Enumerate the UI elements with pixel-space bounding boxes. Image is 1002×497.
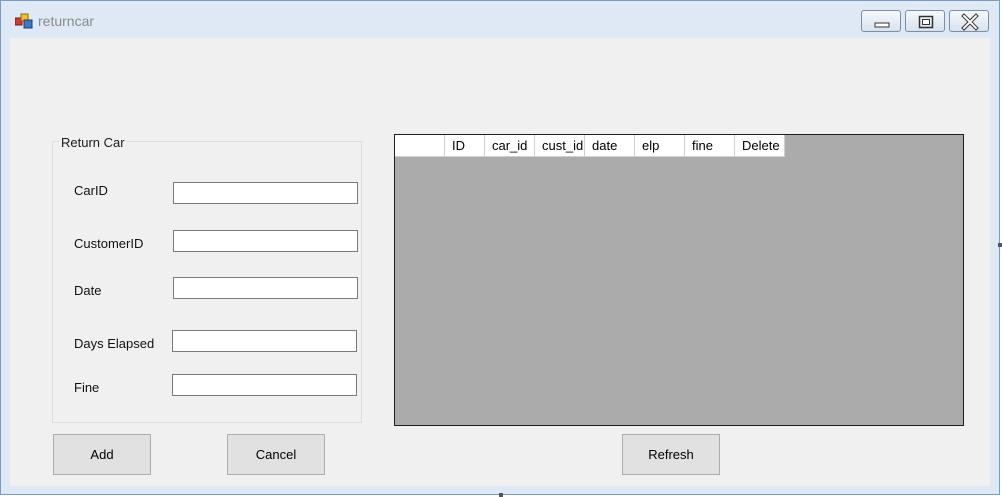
column-header-fine[interactable]: fine bbox=[685, 135, 735, 157]
add-button[interactable]: Add bbox=[53, 434, 151, 475]
minimize-icon bbox=[874, 22, 890, 28]
column-header-cust-id[interactable]: cust_id bbox=[535, 135, 585, 157]
carid-input[interactable] bbox=[173, 182, 358, 204]
column-header-id[interactable]: ID bbox=[445, 135, 485, 157]
return-car-groupbox: Return Car CarID CustomerID Date Days El… bbox=[52, 135, 362, 423]
resize-handle-bottom[interactable] bbox=[499, 493, 503, 497]
fine-label: Fine bbox=[74, 380, 100, 395]
client-area: Return Car CarID CustomerID Date Days El… bbox=[10, 38, 990, 486]
refresh-button[interactable]: Refresh bbox=[622, 434, 720, 475]
grid-row-header-corner[interactable] bbox=[395, 135, 445, 157]
column-header-delete[interactable]: Delete bbox=[735, 135, 785, 157]
window-title: returncar bbox=[38, 13, 95, 29]
fine-input[interactable] bbox=[172, 374, 357, 396]
groupbox-title: Return Car bbox=[59, 135, 127, 150]
cancel-button[interactable]: Cancel bbox=[227, 434, 325, 475]
maximize-icon bbox=[918, 15, 934, 29]
customerid-input[interactable] bbox=[173, 230, 358, 252]
days-elapsed-input[interactable] bbox=[172, 330, 357, 352]
grid-header-row: ID car_id cust_id date elp fine Delete bbox=[395, 135, 785, 157]
returns-data-grid[interactable]: ID car_id cust_id date elp fine Delete bbox=[394, 134, 964, 426]
carid-label: CarID bbox=[74, 183, 108, 198]
app-icon bbox=[14, 13, 33, 29]
resize-handle-right[interactable] bbox=[998, 243, 1002, 247]
date-input[interactable] bbox=[173, 277, 358, 299]
column-header-car-id[interactable]: car_id bbox=[485, 135, 535, 157]
title-bar[interactable]: returncar bbox=[1, 1, 999, 39]
close-icon bbox=[961, 13, 979, 31]
days-elapsed-label: Days Elapsed bbox=[74, 336, 155, 351]
maximize-button[interactable] bbox=[905, 10, 945, 32]
date-label: Date bbox=[74, 283, 102, 298]
column-header-elp[interactable]: elp bbox=[635, 135, 685, 157]
minimize-button[interactable] bbox=[861, 10, 901, 32]
close-button[interactable] bbox=[949, 10, 989, 32]
column-header-date[interactable]: date bbox=[585, 135, 635, 157]
customerid-label: CustomerID bbox=[74, 236, 144, 251]
app-window: returncar Return Car CarID CustomerID Da… bbox=[0, 0, 1000, 495]
